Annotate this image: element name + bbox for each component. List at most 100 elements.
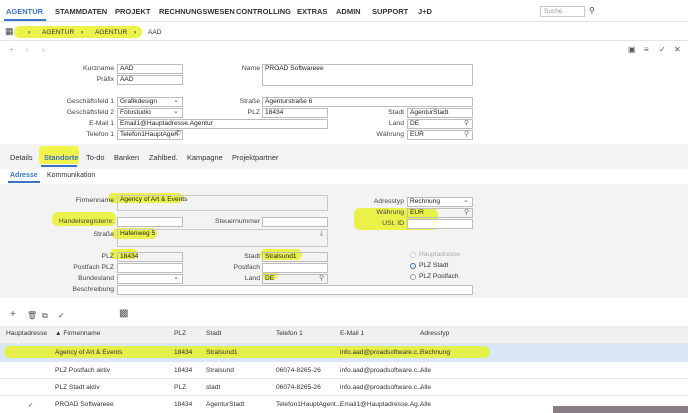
email-label: E-Mail 1 (89, 120, 114, 127)
nav-extras[interactable]: EXTRAS (297, 7, 327, 16)
col-hauptadresse[interactable]: Hauptadresse (6, 330, 47, 337)
search-icon[interactable]: ⚲ (319, 275, 324, 283)
plz-field[interactable]: 18434 (262, 108, 328, 118)
postfach-plz-field[interactable] (117, 263, 183, 273)
stadt-form-field[interactable]: Stralsund1 (262, 252, 328, 262)
cell-telefon: Telefon1HauptAgent... (276, 401, 342, 408)
cell-stadt: stadt (206, 384, 221, 391)
subtab-kommunikation[interactable]: Kommunikation (47, 172, 95, 179)
steuernummer-field[interactable] (262, 217, 328, 227)
subtab-adresse[interactable]: Adresse (10, 172, 38, 179)
name-field[interactable]: PROAD Softwareee (262, 64, 473, 86)
nav-projekt[interactable]: PROJEKT (115, 7, 150, 16)
nav-admin[interactable]: ADMIN (336, 7, 361, 16)
nav-agentur[interactable]: AGENTUR (6, 7, 43, 16)
tab-kampagne[interactable]: Kampagne (187, 153, 223, 162)
breadcrumb-item-1[interactable]: AGENTUR (42, 29, 74, 36)
search-input[interactable]: Suche (540, 6, 585, 17)
radio-plz-postfach[interactable] (410, 274, 416, 280)
land-label: Land (388, 120, 404, 127)
adresstyp-select[interactable]: Rechnung (407, 197, 473, 207)
nav-rechnungswesen[interactable]: RECHNUNGSWESEN (159, 7, 235, 16)
col-plz[interactable]: PLZ (174, 330, 186, 337)
ustid-field[interactable] (407, 219, 473, 229)
nav-stammdaten[interactable]: STAMMDATEN (55, 7, 107, 16)
tab-standorte[interactable]: Standorte (44, 153, 79, 162)
plz-label: PLZ (247, 109, 260, 116)
tab-zahlbed[interactable]: Zahlbed. (149, 153, 178, 162)
check-icon[interactable]: ✓ (659, 46, 666, 54)
cell-telefon: 06074-8265-26 (276, 384, 321, 391)
land-form-label: Land (244, 275, 260, 282)
search-icon[interactable]: ⚲ (589, 7, 595, 15)
grid-menu-icon[interactable]: ▦ (5, 27, 14, 36)
cell-firmenname: PROAD Softwareee (55, 401, 114, 408)
breadcrumb-item-2[interactable]: AGENTUR (95, 29, 127, 36)
cell-adresstyp: Alle (420, 384, 431, 391)
phone-icon[interactable]: ✆ (175, 130, 181, 138)
breadcrumb-sep-icon: › (81, 29, 84, 36)
qr-code-icon[interactable]: ▩ (119, 309, 128, 319)
nav-jd[interactable]: J+D (418, 7, 432, 16)
bundesland-select[interactable] (117, 274, 183, 284)
strasse-form-field[interactable]: Hafenweg 5 (117, 229, 328, 247)
gf1-label: Geschäftsfeld 1 (66, 98, 114, 105)
radio-hauptadresse[interactable] (410, 252, 416, 258)
nav-support[interactable]: SUPPORT (372, 7, 408, 16)
trash-icon[interactable]: 🗑 (27, 312, 37, 320)
check-icon[interactable]: ✓ (58, 312, 65, 320)
close-icon[interactable]: ✕ (674, 46, 681, 54)
cell-firmenname: PLZ Postfach aktiv (55, 367, 110, 374)
col-telefon[interactable]: Telefon 1 (276, 330, 303, 337)
cell-plz: 18434 (174, 401, 193, 408)
radio-plz-postfach-label: PLZ Postfach (419, 273, 459, 280)
ustid-label: USt. ID (382, 220, 404, 227)
copy-icon[interactable]: ⧉ (42, 312, 48, 320)
tab-projektpartner[interactable]: Projektpartner (232, 153, 278, 162)
nav-controlling[interactable]: CONTROLLING (236, 7, 291, 16)
cell-stadt: AgenturStadt (206, 401, 245, 408)
tab-todo[interactable]: To-do (86, 153, 105, 162)
cell-stadt: Stralsund (206, 367, 234, 374)
email-field[interactable]: Email1@Hauptadresse.Agentur (117, 119, 328, 129)
col-adresstyp[interactable]: Adresstyp (420, 330, 449, 337)
kurzname-field[interactable]: AAD (117, 64, 183, 74)
cell-hauptadresse-check: ✓ (28, 402, 34, 409)
cell-adresstyp: Rechnung (420, 349, 451, 356)
cell-plz: 18434 (174, 367, 193, 374)
tab-active-indicator (41, 165, 77, 167)
tab-details[interactable]: Details (10, 153, 33, 162)
list-icon[interactable]: ≡ (644, 46, 649, 54)
download-icon[interactable]: ⤓ (320, 230, 323, 238)
handelsregister-field[interactable] (117, 217, 183, 227)
gf1-select[interactable]: Grafikdesign (117, 97, 183, 107)
beschreibung-field[interactable] (117, 285, 473, 295)
chevron-left-icon[interactable]: ‹ (26, 46, 29, 54)
col-firmenname[interactable]: ▲ Firmenname (55, 330, 100, 337)
search-icon[interactable]: ⚲ (464, 120, 469, 128)
search-icon[interactable]: ⚲ (464, 209, 469, 217)
strasse-field[interactable]: Agenturstraße 6 (262, 97, 473, 107)
praefix-field[interactable]: AAD (117, 75, 183, 85)
col-email[interactable]: E-Mail 1 (340, 330, 364, 337)
breadcrumb-sep-icon: › (134, 29, 137, 36)
col-stadt[interactable]: Stadt (206, 330, 221, 337)
tab-banken[interactable]: Banken (114, 153, 139, 162)
breadcrumb-sep-icon: › (28, 29, 31, 36)
gf2-select[interactable]: Fotostudio (117, 108, 183, 118)
screen-icon[interactable]: ▣ (628, 46, 636, 54)
firmenname-field[interactable]: Agency of Art & Events (117, 195, 328, 211)
adresstyp-label: Adresstyp (373, 198, 404, 205)
plz-form-field[interactable]: 18434 (117, 252, 183, 262)
search-icon[interactable]: ⚲ (464, 131, 469, 139)
radio-plz-stadt[interactable] (410, 263, 416, 269)
steuernummer-label: Steuernummer (215, 218, 260, 225)
add-icon[interactable]: + (10, 310, 16, 320)
postfach-field[interactable] (262, 263, 328, 273)
stadt-field[interactable]: AgenturStadt (407, 108, 473, 118)
chevron-right-icon[interactable]: › (42, 46, 45, 54)
tel-field[interactable]: Telefon1HauptAgen (117, 130, 183, 140)
waehrung-form-label: Währung (376, 209, 404, 216)
strasse-label: Straße (239, 98, 260, 105)
add-icon[interactable]: + (9, 46, 14, 54)
